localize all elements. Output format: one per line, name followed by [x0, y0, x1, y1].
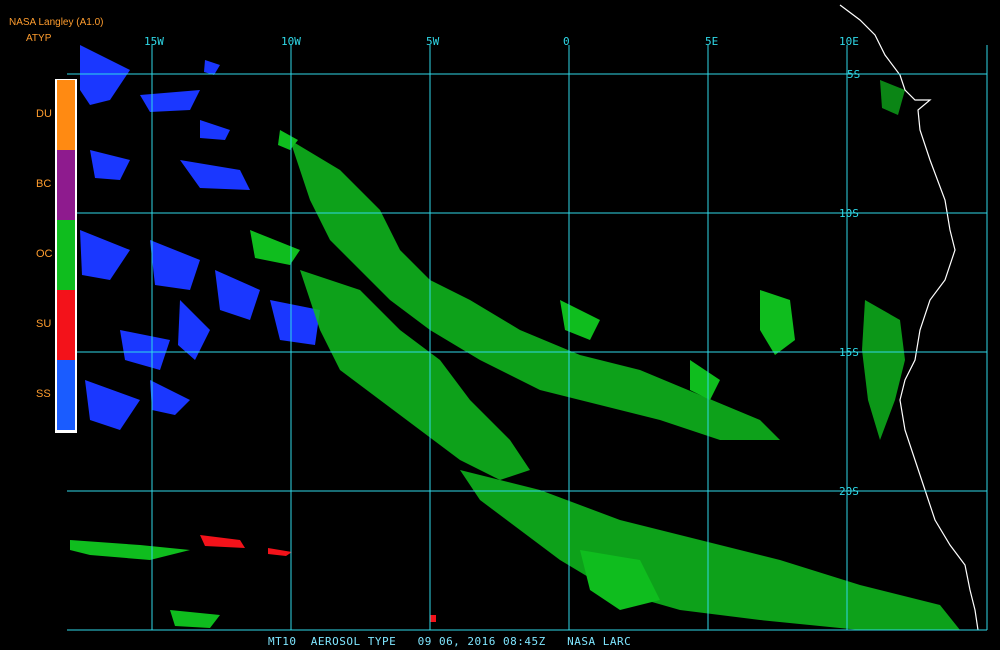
sulfate-region	[200, 535, 436, 622]
lat-label: 20S	[839, 485, 859, 498]
aerosol-type-legend	[55, 79, 77, 433]
image-caption: MT10 AEROSOL TYPE 09 06, 2016 08:45Z NAS…	[268, 635, 632, 648]
legend-swatch-su	[57, 290, 75, 360]
product-label: ATYP	[26, 33, 52, 44]
legend-swatch-bc	[57, 150, 75, 220]
legend-label: BC	[36, 178, 52, 190]
lat-label: 15S	[839, 346, 859, 359]
legend-swatch-oc	[57, 220, 75, 290]
lon-label: 5E	[705, 35, 718, 48]
lat-label: 5S	[847, 68, 860, 81]
legend-label: SS	[36, 388, 51, 400]
lon-label: 0	[563, 35, 570, 48]
legend-swatch-ss	[57, 360, 75, 430]
africa-coastline	[839, 4, 979, 631]
aerosol-map: 15W 10W 5W 0 5E 10E 5S 10S 15S 20S	[67, 4, 988, 631]
legend-swatch-du	[57, 80, 75, 150]
organic-carbon-region	[70, 80, 960, 630]
legend-label: DU	[36, 108, 52, 120]
lon-label: 15W	[144, 35, 164, 48]
organization-label: NASA Langley (A1.0)	[9, 17, 104, 28]
lon-label: 10E	[839, 35, 859, 48]
lat-label: 10S	[839, 207, 859, 220]
lon-label: 10W	[281, 35, 301, 48]
lon-label: 5W	[426, 35, 440, 48]
legend-label: SU	[36, 318, 52, 330]
sea-salt-region	[80, 45, 320, 430]
legend-label: OC	[36, 248, 53, 260]
